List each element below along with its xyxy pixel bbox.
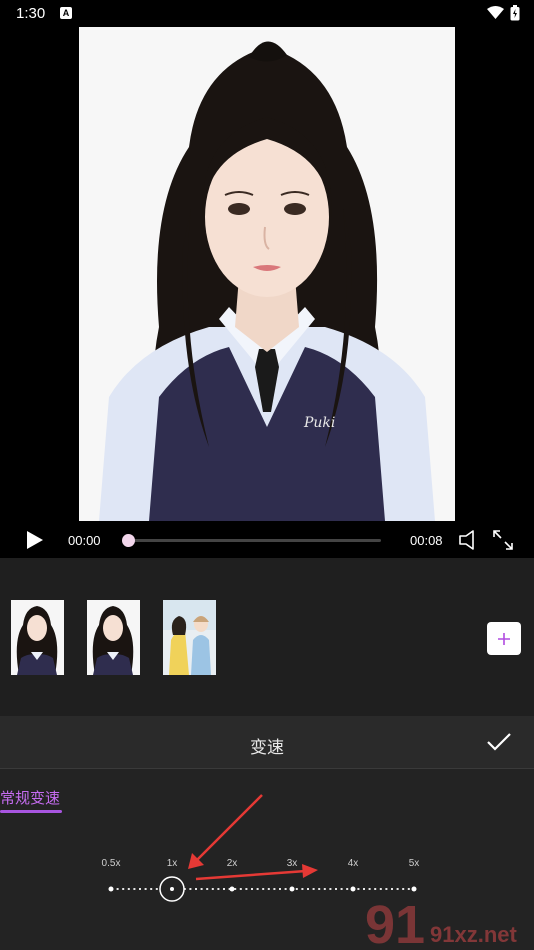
status-time: 1:30 bbox=[16, 5, 46, 22]
watermark-text: 91xz.net bbox=[430, 922, 517, 947]
plus-icon bbox=[498, 632, 510, 645]
status-bar: 1:30 A bbox=[0, 0, 534, 27]
svg-text:Puki: Puki bbox=[303, 415, 335, 431]
preview-photo: Puki bbox=[79, 27, 455, 521]
check-icon[interactable] bbox=[486, 732, 512, 752]
add-clip-button[interactable] bbox=[487, 622, 521, 655]
video-preview[interactable]: Puki bbox=[0, 27, 534, 521]
clip-strip bbox=[0, 558, 534, 716]
wifi-icon bbox=[487, 6, 504, 19]
clip-thumbnail[interactable] bbox=[163, 600, 216, 675]
current-time: 00:00 bbox=[68, 533, 101, 548]
notification-a-icon: A bbox=[60, 7, 72, 19]
player-controls: 00:00 00:08 bbox=[0, 521, 534, 558]
speed-panel-header: 变速 bbox=[0, 716, 534, 769]
fullscreen-icon[interactable] bbox=[492, 529, 514, 551]
battery-icon bbox=[510, 5, 520, 21]
svg-text:91: 91 bbox=[365, 895, 425, 950]
progress-track[interactable] bbox=[126, 539, 381, 542]
status-icons bbox=[487, 5, 520, 21]
clip-thumbnail[interactable] bbox=[87, 600, 140, 675]
progress-thumb[interactable] bbox=[122, 534, 135, 547]
panel-title: 变速 bbox=[250, 738, 284, 757]
play-icon[interactable] bbox=[26, 530, 44, 550]
total-time: 00:08 bbox=[410, 533, 443, 548]
clip-thumbnail[interactable] bbox=[11, 600, 64, 675]
watermark-logo-icon: 91 bbox=[365, 895, 425, 950]
volume-icon[interactable] bbox=[458, 529, 482, 551]
